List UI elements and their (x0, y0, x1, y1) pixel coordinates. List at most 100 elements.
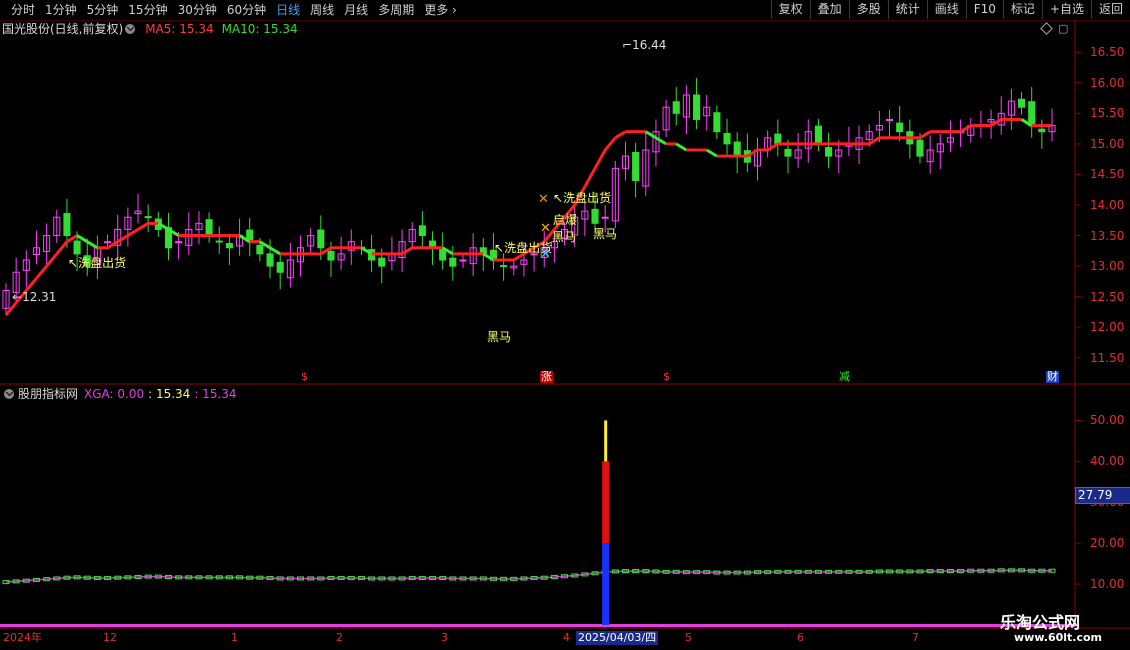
candle-body (144, 216, 152, 219)
candle-body (276, 261, 284, 273)
watermark-logo: 乐淘公式网 (1000, 613, 1081, 632)
candle-body (1017, 98, 1026, 108)
indicator-bar-yellow (604, 420, 608, 462)
candle-body (591, 208, 599, 224)
candle-body (256, 244, 264, 255)
candle-body (378, 257, 386, 267)
date-tick-label: 12 (103, 631, 117, 644)
candle-body (73, 240, 81, 255)
y-tick-label: 11.50 (1090, 350, 1125, 365)
ma-line-segment (583, 167, 597, 188)
candle-body (672, 101, 680, 114)
candle-body (814, 125, 822, 145)
candle-body (632, 151, 640, 182)
date-tick-label: 3 (441, 631, 448, 644)
ma-line-segment (919, 130, 931, 140)
ma-line-segment (604, 136, 617, 151)
watermark-url: www.60lt.com (1014, 631, 1103, 644)
candle-body (693, 94, 701, 120)
ma-line-segment (675, 142, 688, 152)
ma-line-segment (127, 228, 139, 237)
annotation-heima-1: 黑马 (552, 230, 577, 244)
ma-line-segment (655, 136, 667, 146)
candle-body (1028, 101, 1036, 127)
event-marker[interactable]: 涨 (540, 371, 553, 383)
date-tick-label: 4 (563, 631, 570, 644)
event-marker[interactable]: 减 (839, 371, 850, 383)
indicator-y-tick: 20.00 (1090, 536, 1125, 551)
candle-body (459, 259, 467, 262)
candle-body (601, 216, 609, 219)
annotation-xipan-3: ↖洗盘出货 (553, 191, 612, 205)
event-marker[interactable]: $ (301, 371, 308, 383)
y-tick-label: 16.50 (1090, 45, 1125, 60)
candle-body (205, 219, 213, 237)
candle-body (885, 118, 894, 121)
ma-line-segment (705, 148, 718, 158)
indicator-bar-red (602, 461, 610, 544)
ma-line-segment (645, 130, 657, 140)
annotation-xipan-1: ↖洗盘出货 (68, 256, 127, 270)
date-tick-label: 2 (336, 631, 343, 644)
high-price-value: 16.44 (632, 38, 667, 52)
event-marker[interactable]: $ (663, 371, 670, 383)
ma-line-segment (137, 222, 149, 231)
y-tick-label: 14.00 (1090, 198, 1125, 212)
ma-line-segment (86, 240, 99, 250)
y-tick-label: 14.50 (1090, 167, 1125, 182)
low-price-label: ←12.31 (12, 290, 57, 304)
candle-body (175, 241, 183, 244)
annotation-heima-3: 黑马 (487, 330, 512, 344)
ma-line-segment (401, 246, 413, 256)
annotation-heima-2: 黑马 (593, 227, 618, 241)
candle-body (439, 249, 447, 261)
candle-body (784, 148, 792, 157)
ma-line-segment (35, 265, 48, 280)
candle-body (1038, 128, 1046, 133)
candle-body (916, 139, 924, 157)
event-marker[interactable]: 财 (1046, 371, 1059, 383)
y-tick-label: 12.00 (1090, 320, 1125, 335)
ma-line-segment (614, 130, 627, 140)
ma-line-segment (4, 301, 18, 316)
candle-body (500, 265, 508, 267)
indicator-y-tick: 10.00 (1090, 577, 1125, 592)
butterfly-icon: ✕ (540, 221, 551, 236)
y-tick-label: 15.00 (1090, 136, 1125, 151)
date-tick-label: 1 (231, 631, 238, 644)
y-tick-label: 12.50 (1090, 289, 1125, 304)
butterfly-icon: ✕ (538, 192, 549, 207)
candle-body (327, 250, 335, 261)
y-tick-label: 13.50 (1090, 228, 1125, 243)
date-cursor: 2025/04/03/四 (576, 631, 659, 645)
y-tick-label: 13.00 (1090, 259, 1125, 274)
candle-body (317, 229, 325, 249)
indicator-bar-blue (602, 543, 610, 625)
annotation-qibao: 启爆 (553, 213, 578, 227)
candle-body (449, 257, 457, 267)
candle-body (896, 122, 904, 133)
date-tick-label: 2024年 (3, 631, 42, 644)
high-price-label: ⌐16.44 (622, 38, 667, 52)
date-tick-label: 7 (912, 631, 919, 644)
ma-line-segment (116, 234, 129, 243)
indicator-y-tick: 50.00 (1090, 413, 1125, 428)
candle-body (713, 112, 721, 133)
ma-line-segment (45, 252, 58, 268)
date-tick-label: 5 (685, 631, 692, 644)
low-price-value: 12.31 (22, 290, 57, 304)
current-value-badge: 27.79 (1075, 487, 1130, 504)
ma-line-segment (766, 142, 779, 152)
candle-body (225, 243, 233, 249)
candle-body (104, 241, 112, 244)
ma-line-segment (868, 136, 881, 146)
kline-chart[interactable] (0, 0, 1130, 650)
candle-body (825, 147, 833, 157)
ma-line-segment (269, 246, 281, 256)
baseline-bar (0, 624, 1075, 627)
candle-body (215, 240, 223, 243)
candle-body (733, 141, 741, 157)
indicator-y-tick: 40.00 (1090, 454, 1125, 469)
y-tick-label: 15.50 (1090, 106, 1125, 121)
annotation-text: 洗盘出货 (563, 191, 612, 205)
